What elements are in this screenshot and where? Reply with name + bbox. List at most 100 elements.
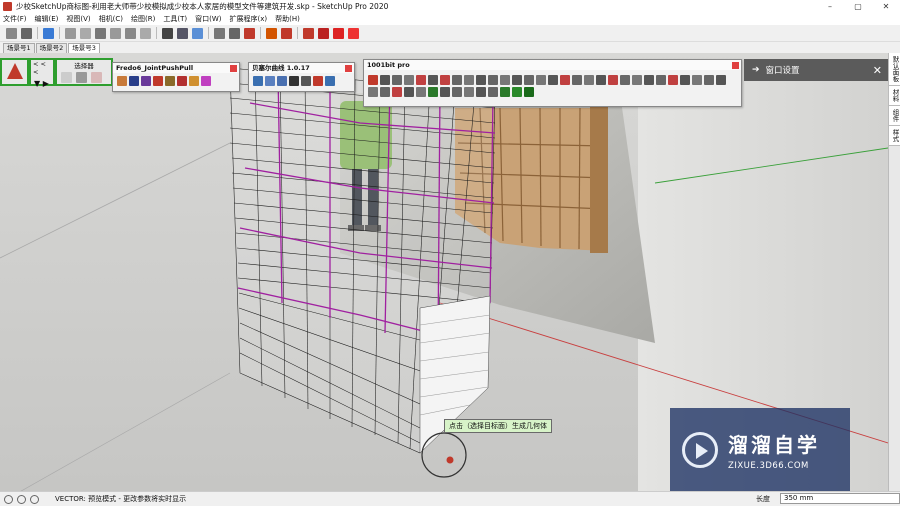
play-icon[interactable] xyxy=(301,76,311,86)
menu-extensions[interactable]: 扩展程序(x) xyxy=(229,14,267,24)
export-icon[interactable] xyxy=(500,87,510,97)
tray-tab-default[interactable]: 默认面板 xyxy=(889,53,900,86)
normal-pushpull-icon[interactable] xyxy=(141,76,151,86)
render-icon[interactable] xyxy=(512,87,522,97)
menu-window[interactable]: 窗口(W) xyxy=(195,14,221,24)
menu-view[interactable]: 视图(V) xyxy=(66,14,90,24)
tray-tab-materials[interactable]: 材料 xyxy=(889,86,900,106)
pan-icon[interactable] xyxy=(214,27,225,39)
line-tool-icon[interactable] xyxy=(162,27,173,39)
close-icon[interactable] xyxy=(732,61,739,69)
edit-curve-icon[interactable] xyxy=(325,76,335,86)
label-icon[interactable] xyxy=(488,87,498,97)
array-icon[interactable] xyxy=(512,75,522,85)
trim-icon[interactable] xyxy=(452,75,462,85)
tray-panel-header[interactable]: ➔ 窗口设置 ✕ xyxy=(744,59,888,81)
minimize-button[interactable]: – xyxy=(816,2,844,11)
blind-icon[interactable] xyxy=(392,87,402,97)
scene-tab-3[interactable]: 场景号3 xyxy=(68,43,100,53)
mirror-icon[interactable] xyxy=(500,75,510,85)
select-tool-icon[interactable] xyxy=(6,27,17,39)
zoom-icon[interactable] xyxy=(229,27,240,39)
paste-icon[interactable] xyxy=(140,27,151,39)
window-tool-icon[interactable] xyxy=(596,75,606,85)
vector-pushpull-icon[interactable] xyxy=(129,76,139,86)
layers-icon[interactable] xyxy=(177,27,188,39)
contour-icon[interactable] xyxy=(404,87,414,97)
bezier-curve-icon[interactable] xyxy=(253,76,263,86)
joint-pushpull-icon[interactable] xyxy=(117,76,127,86)
path-icon[interactable] xyxy=(440,87,450,97)
tray-tab-components[interactable]: 组件 xyxy=(889,106,900,126)
close-box-icon[interactable] xyxy=(61,72,72,83)
offset-icon[interactable] xyxy=(428,75,438,85)
cut-icon[interactable] xyxy=(110,27,121,39)
door-tool-icon[interactable] xyxy=(608,75,618,85)
scene-tab-1[interactable]: 场景号1 xyxy=(3,43,35,53)
close-icon[interactable] xyxy=(345,64,352,72)
3d-warehouse-icon[interactable] xyxy=(318,27,329,39)
new-file-icon[interactable] xyxy=(65,27,76,39)
arc-3pt-icon[interactable] xyxy=(392,75,402,85)
help-icon[interactable] xyxy=(524,87,534,97)
wall-icon[interactable] xyxy=(572,75,582,85)
arc-tool-icon[interactable] xyxy=(380,75,390,85)
gear-icon[interactable] xyxy=(266,27,277,39)
terrain-icon[interactable] xyxy=(416,87,426,97)
truss-icon[interactable] xyxy=(656,75,666,85)
spline-icon[interactable] xyxy=(277,76,287,86)
extrude-icon[interactable] xyxy=(153,76,163,86)
stop-icon[interactable] xyxy=(313,76,323,86)
close-window-button[interactable]: ✕ xyxy=(872,2,900,11)
polyline-icon[interactable] xyxy=(265,76,275,86)
railing-icon[interactable] xyxy=(704,75,714,85)
extend-icon[interactable] xyxy=(440,75,450,85)
measure-icon[interactable] xyxy=(476,75,486,85)
align-icon[interactable] xyxy=(488,75,498,85)
collapse-arrow-icon[interactable]: ➔ xyxy=(752,65,760,75)
settings-icon[interactable] xyxy=(201,76,211,86)
rafter-icon[interactable] xyxy=(644,75,654,85)
playback-controls[interactable]: ▼ ▶ xyxy=(31,79,53,88)
orbit-icon[interactable] xyxy=(192,27,203,39)
close-icon[interactable] xyxy=(230,64,237,72)
grid-select-icon[interactable] xyxy=(76,72,87,83)
shadow-icon[interactable] xyxy=(452,87,462,97)
tray-tab-styles[interactable]: 样式 xyxy=(889,126,900,146)
menu-tools[interactable]: 工具(T) xyxy=(163,14,187,24)
measure-input[interactable]: 350 mm xyxy=(780,493,900,504)
toolbar-arrows[interactable]: < < < xyxy=(31,60,53,76)
credits-icon[interactable] xyxy=(17,494,26,504)
scale-icon[interactable] xyxy=(524,75,534,85)
menu-file[interactable]: 文件(F) xyxy=(3,14,27,24)
copy-icon[interactable] xyxy=(125,27,136,39)
stair-icon[interactable] xyxy=(620,75,630,85)
pencil-tool-icon[interactable] xyxy=(368,75,378,85)
finish-icon[interactable] xyxy=(189,76,199,86)
thicken-icon[interactable] xyxy=(165,76,175,86)
close-panel-button[interactable]: ✕ xyxy=(873,64,882,77)
louver-icon[interactable] xyxy=(716,75,726,85)
save-icon[interactable] xyxy=(95,27,106,39)
folder-icon[interactable] xyxy=(333,27,344,39)
undo-pushpull-icon[interactable] xyxy=(177,76,187,86)
vector-tool-icon[interactable] xyxy=(7,63,23,79)
cut-face-icon[interactable] xyxy=(560,75,570,85)
eraser-tool-icon[interactable] xyxy=(21,27,32,39)
maximize-button[interactable]: ▢ xyxy=(844,2,872,11)
grid-icon[interactable] xyxy=(281,27,292,39)
roof-icon[interactable] xyxy=(632,75,642,85)
section-icon[interactable] xyxy=(464,87,474,97)
beam-icon[interactable] xyxy=(680,75,690,85)
scene-tab-2[interactable]: 场景号2 xyxy=(35,43,68,53)
user-icon[interactable] xyxy=(30,494,39,504)
chamfer-icon[interactable] xyxy=(416,75,426,85)
joist-icon[interactable] xyxy=(368,87,378,97)
fillet-icon[interactable] xyxy=(404,75,414,85)
geo-location-icon[interactable] xyxy=(4,494,13,504)
tag-icon[interactable] xyxy=(476,87,486,97)
column-icon[interactable] xyxy=(668,75,678,85)
opening-icon[interactable] xyxy=(584,75,594,85)
menu-edit[interactable]: 编辑(E) xyxy=(35,14,59,24)
menu-camera[interactable]: 相机(C) xyxy=(99,14,123,24)
